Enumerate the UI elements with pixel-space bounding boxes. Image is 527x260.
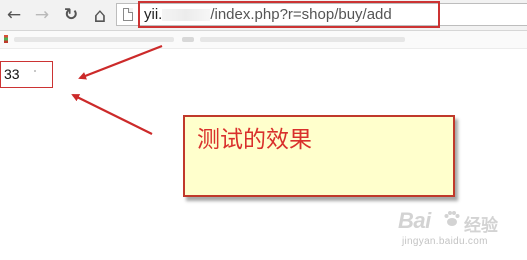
annotation-callout: 测试的效果 (183, 115, 455, 197)
back-icon[interactable]: ← (3, 4, 25, 26)
url-path: /index.php?r=shop/buy/add (210, 6, 392, 23)
reload-icon[interactable]: ↻ (60, 4, 82, 26)
browser-window: ← → ↻ ⌂ yii. /index.php?r=shop/buy/add 33… (0, 0, 527, 260)
output-value: 33 (4, 66, 20, 82)
url-redacted (162, 9, 211, 22)
baidu-jingyan-watermark: Bai 经验 jingyan.baidu.com (398, 208, 522, 258)
watermark-brand: Bai (398, 208, 431, 233)
bookmarks-bar (0, 31, 527, 49)
bookmark-redacted (182, 37, 194, 42)
bookmark-redacted (200, 37, 405, 42)
arrow-to-output (71, 94, 153, 135)
watermark-domain: jingyan.baidu.com (402, 236, 488, 247)
callout-text: 测试的效果 (197, 127, 312, 153)
baidu-paw-icon (444, 211, 460, 226)
bookmark-favicon-icon[interactable] (4, 35, 8, 43)
page-icon (123, 8, 133, 21)
output-stray-dot (34, 70, 36, 72)
watermark-product: 经验 (464, 216, 498, 236)
url-highlight-box[interactable]: yii. /index.php?r=shop/buy/add (138, 1, 440, 28)
url-host: yii. (144, 6, 163, 23)
home-icon[interactable]: ⌂ (89, 4, 111, 26)
bookmark-redacted (14, 37, 174, 42)
forward-icon[interactable]: → (31, 4, 53, 26)
arrow-to-url (78, 44, 163, 80)
output-highlight-box: 33 (0, 61, 53, 88)
